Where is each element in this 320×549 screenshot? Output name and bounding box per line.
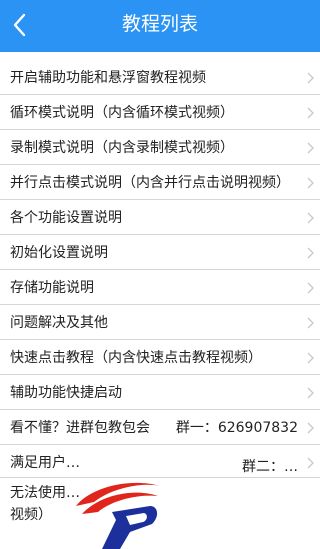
chevron-right-icon xyxy=(307,282,314,294)
list-item-label: 满足用户… xyxy=(10,455,80,471)
chevron-left-icon xyxy=(13,13,26,37)
list-item-label: 无法使用… 视频） xyxy=(10,485,80,523)
list-item-join-group[interactable]: 看不懂？进群包教包会 群一：626907832 xyxy=(0,410,320,445)
list-item-label: 开启辅助功能和悬浮窗教程视频 xyxy=(10,70,206,86)
list-item-accessibility-video[interactable]: 开启辅助功能和悬浮窗教程视频 xyxy=(0,60,320,95)
chevron-right-icon xyxy=(307,177,314,189)
list-item-feature-settings[interactable]: 各个功能设置说明 xyxy=(0,200,320,235)
list-item-label: 初始化设置说明 xyxy=(10,245,108,261)
list-item-shortcut-launch[interactable]: 辅助功能快捷启动 xyxy=(0,375,320,410)
chevron-right-icon xyxy=(307,352,314,364)
group-number: 群一：626907832 xyxy=(175,420,298,436)
chevron-right-icon xyxy=(307,72,314,84)
list-item-quick-click[interactable]: 快速点击教程（内含快速点击教程视频） xyxy=(0,340,320,375)
list-item-label: 循环模式说明（内含循环模式视频） xyxy=(10,105,234,121)
header-bar: 教程列表 xyxy=(0,0,320,52)
list-item-label: 看不懂？进群包教包会 xyxy=(10,420,150,436)
tutorial-list: 开启辅助功能和悬浮窗教程视频 循环模式说明（内含循环模式视频） 录制模式说明（内… xyxy=(0,60,320,536)
list-item-user-needs[interactable]: 满足用户… 群二：… xyxy=(0,445,320,478)
list-item-label: 存储功能说明 xyxy=(10,280,94,296)
list-item-cannot-use[interactable]: 无法使用… 视频） xyxy=(0,478,320,536)
chevron-right-icon xyxy=(307,422,314,434)
list-item-label: 问题解决及其他 xyxy=(10,315,108,331)
chevron-right-icon xyxy=(307,317,314,329)
list-item-init-settings[interactable]: 初始化设置说明 xyxy=(0,235,320,270)
list-item-label: 录制模式说明（内含录制模式视频） xyxy=(10,140,234,156)
list-item-label: 辅助功能快捷启动 xyxy=(10,385,122,401)
list-item-record-mode[interactable]: 录制模式说明（内含录制模式视频） xyxy=(0,130,320,165)
chevron-right-icon xyxy=(307,142,314,154)
group-number: 群二：… xyxy=(242,459,298,475)
list-item-storage[interactable]: 存储功能说明 xyxy=(0,270,320,305)
list-item-parallel-click-mode[interactable]: 并行点击模式说明（内含并行点击说明视频） xyxy=(0,165,320,200)
list-item-troubleshooting[interactable]: 问题解决及其他 xyxy=(0,305,320,340)
chevron-right-icon xyxy=(307,247,314,259)
list-item-label: 各个功能设置说明 xyxy=(10,210,122,226)
list-item-label: 快速点击教程（内含快速点击教程视频） xyxy=(10,350,262,366)
chevron-right-icon xyxy=(307,212,314,224)
back-button[interactable] xyxy=(0,0,46,52)
chevron-right-icon xyxy=(307,457,314,469)
page-title: 教程列表 xyxy=(121,13,198,35)
list-item-loop-mode[interactable]: 循环模式说明（内含循环模式视频） xyxy=(0,95,320,130)
chevron-right-icon xyxy=(307,387,314,399)
list-item-label: 并行点击模式说明（内含并行点击说明视频） xyxy=(10,175,290,191)
chevron-right-icon xyxy=(307,107,314,119)
